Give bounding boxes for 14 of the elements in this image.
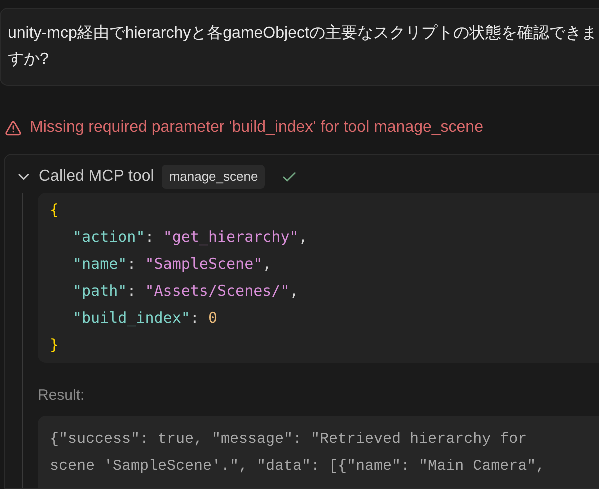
code-line: "path": "Assets/Scenes/",	[72, 281, 300, 302]
code-line: "action": "get_hierarchy",	[72, 227, 309, 248]
result-label: Result:	[38, 386, 86, 406]
code-line: {	[50, 200, 60, 221]
result-line: scene 'SampleScene'.", "data": [{"name": "Main Camera",	[50, 456, 546, 476]
code-line: "name": "SampleScene",	[72, 254, 273, 275]
collapse-toggle[interactable]: Called MCP tool	[15, 165, 154, 189]
user-message: unity-mcp経由でhierarchyと各gameObjectの主要なスクリプトの状態を確認できますか?	[8, 24, 598, 70]
result-line: {"success": true, "message": "Retrieved hierarchy for	[50, 430, 528, 450]
tool-name-tag: manage_scene	[162, 165, 266, 189]
code-line: }	[50, 335, 60, 356]
warning-icon	[5, 120, 22, 136]
error-message: Missing required parameter 'build_index' for tool manage_scene	[30, 118, 484, 138]
code-line: "build_index": 0	[72, 308, 218, 329]
